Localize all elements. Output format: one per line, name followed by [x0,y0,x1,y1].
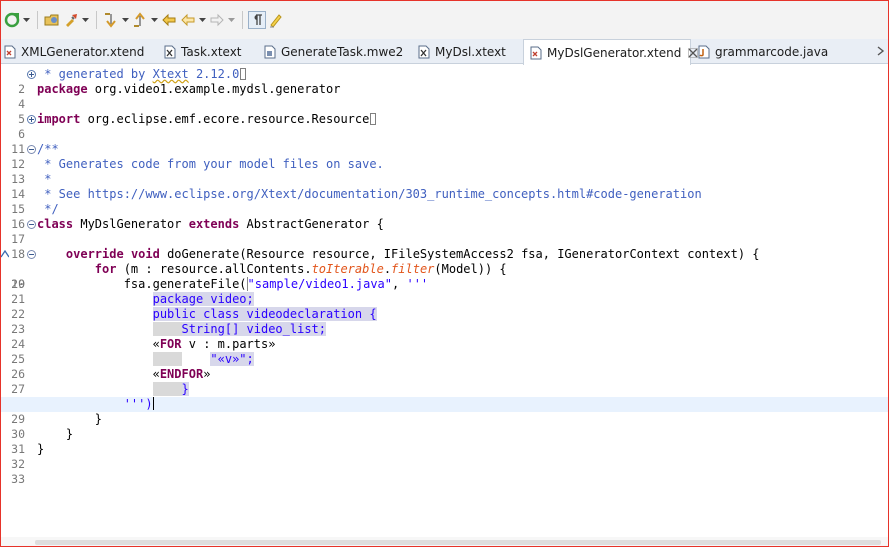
next-annotation-icon [102,11,120,29]
code-line: 6 import org.eclipse.emf.ecore.resource.… [1,112,888,141]
tab-task-xtext[interactable]: Task.xtext [163,39,242,64]
new-button[interactable] [3,9,31,31]
forward-button[interactable] [208,9,236,31]
tab-grammarcode[interactable]: grammarcode.java [697,39,828,64]
code-line: 22 package video; [1,292,888,321]
code-line: 18 [1,232,888,261]
tab-label: Task.xtext [181,44,242,59]
code-line: 4 package org.video1.example.mydsl.gener… [1,82,888,111]
tab-mydslgenerator[interactable]: MyDslGenerator.xtend [523,39,699,65]
code-line: 32 } [1,442,888,471]
comment-text: * generated by [37,67,153,81]
show-whitespace-button[interactable] [248,9,266,31]
code-line: 31 } [1,427,888,456]
expand-fold-icon[interactable] [27,115,36,124]
code-line: 33 [1,457,888,486]
code-line: 11 [1,127,888,156]
xtend-file-icon [529,46,543,60]
last-edit-button[interactable] [160,9,178,31]
current-code-line: 29 ''') [1,397,888,426]
toolbar-separator [96,11,97,29]
prev-annotation-icon [131,11,149,29]
eclipse-window: XMLGenerator.xtend Task.xtext GenerateTa… [0,0,889,547]
tab-label: MyDsl.xtext [435,44,506,59]
code-editor[interactable]: 2 * generated by Xtext 2.12.0 4 package … [1,65,888,537]
folded-region-box[interactable] [370,113,377,125]
code-line: 30 } [1,412,888,441]
chevron-down-icon[interactable] [226,11,236,29]
code-line: 23 public class videodeclaration { [1,307,888,336]
scrollbar-thumb[interactable] [35,540,881,545]
chevron-down-icon[interactable] [149,11,159,29]
back-button[interactable] [179,9,207,31]
highlight-button[interactable] [267,9,285,31]
code-line: 5 [1,97,888,126]
code-line: 19 override void doGenerate(Resource res… [1,247,888,291]
collapse-fold-icon[interactable] [27,220,36,229]
open-task-button[interactable] [43,9,61,31]
tab-label: XMLGenerator.xtend [21,44,145,59]
line-number: 33 [11,472,25,486]
collapse-fold-icon[interactable] [27,250,36,259]
code-line: 28 } [1,382,888,411]
collapse-fold-icon[interactable] [27,145,36,154]
expand-fold-icon[interactable] [27,70,36,79]
comment-text: 2.12.0 [188,67,240,81]
code-line: 21 fsa.generateFile("sample/video1.java"… [1,277,888,306]
tab-xmlgenerator[interactable]: XMLGenerator.xtend [3,39,144,64]
open-task-icon [43,11,61,29]
java-file-icon [697,45,711,59]
last-edit-icon [160,11,178,29]
chevron-down-icon[interactable] [197,11,207,29]
code-line: 16 */ [1,202,888,231]
text-cursor [152,397,154,410]
tab-overflow-chevron-icon[interactable] [876,45,886,57]
override-marker-icon[interactable] [1,250,9,258]
xtext-file-icon [417,45,431,59]
xtend-file-icon [3,45,17,59]
forward-icon [208,11,226,29]
code-line: 14 * [1,172,888,201]
editor-tabs: XMLGenerator.xtend Task.xtext GenerateTa… [1,39,888,65]
xtext-file-icon [163,45,177,59]
chevron-down-icon[interactable] [80,11,90,29]
code-line: 15 * See https://www.eclipse.org/Xtext/d… [1,187,888,216]
tab-label: GenerateTask.mwe2 [281,44,404,59]
code-line: 26 "«v»"; [1,352,888,381]
chevron-down-icon[interactable] [120,11,130,29]
code-line: 12 /** [1,142,888,171]
tab-mydsl-xtext[interactable]: MyDsl.xtext [417,39,506,64]
run-icon [62,11,80,29]
horizontal-scrollbar[interactable] [1,537,888,546]
code-line: 20 for (m : resource.allContents.toItera… [1,262,888,291]
run-button[interactable] [62,9,90,31]
tab-generatetask[interactable]: GenerateTask.mwe2 [263,39,403,64]
mwe2-file-icon [263,45,277,59]
next-annotation-button[interactable] [102,9,130,31]
code-line: 25 «FOR v : m.parts» [1,337,888,366]
toolbar-separator [242,11,243,29]
code-line: 2 * generated by Xtext 2.12.0 [1,67,888,96]
chevron-down-icon[interactable] [21,11,31,29]
code-line: 17 class MyDslGenerator extends Abstract… [1,217,888,246]
code-line: 27 «ENDFOR» [1,367,888,396]
folded-region-box[interactable] [240,68,247,80]
main-toolbar [1,1,888,39]
highlight-icon [267,11,285,29]
code-line: 13 * Generates code from your model file… [1,157,888,186]
toolbar-separator [37,11,38,29]
back-icon [179,11,197,29]
new-icon [3,11,21,29]
code-line: 24 String[] video_list; [1,322,888,351]
tab-label: MyDslGenerator.xtend [547,45,682,60]
comment-text: Xtext [152,67,189,81]
pilcrow-icon [248,11,266,29]
tab-label: grammarcode.java [715,44,829,59]
prev-annotation-button[interactable] [131,9,159,31]
